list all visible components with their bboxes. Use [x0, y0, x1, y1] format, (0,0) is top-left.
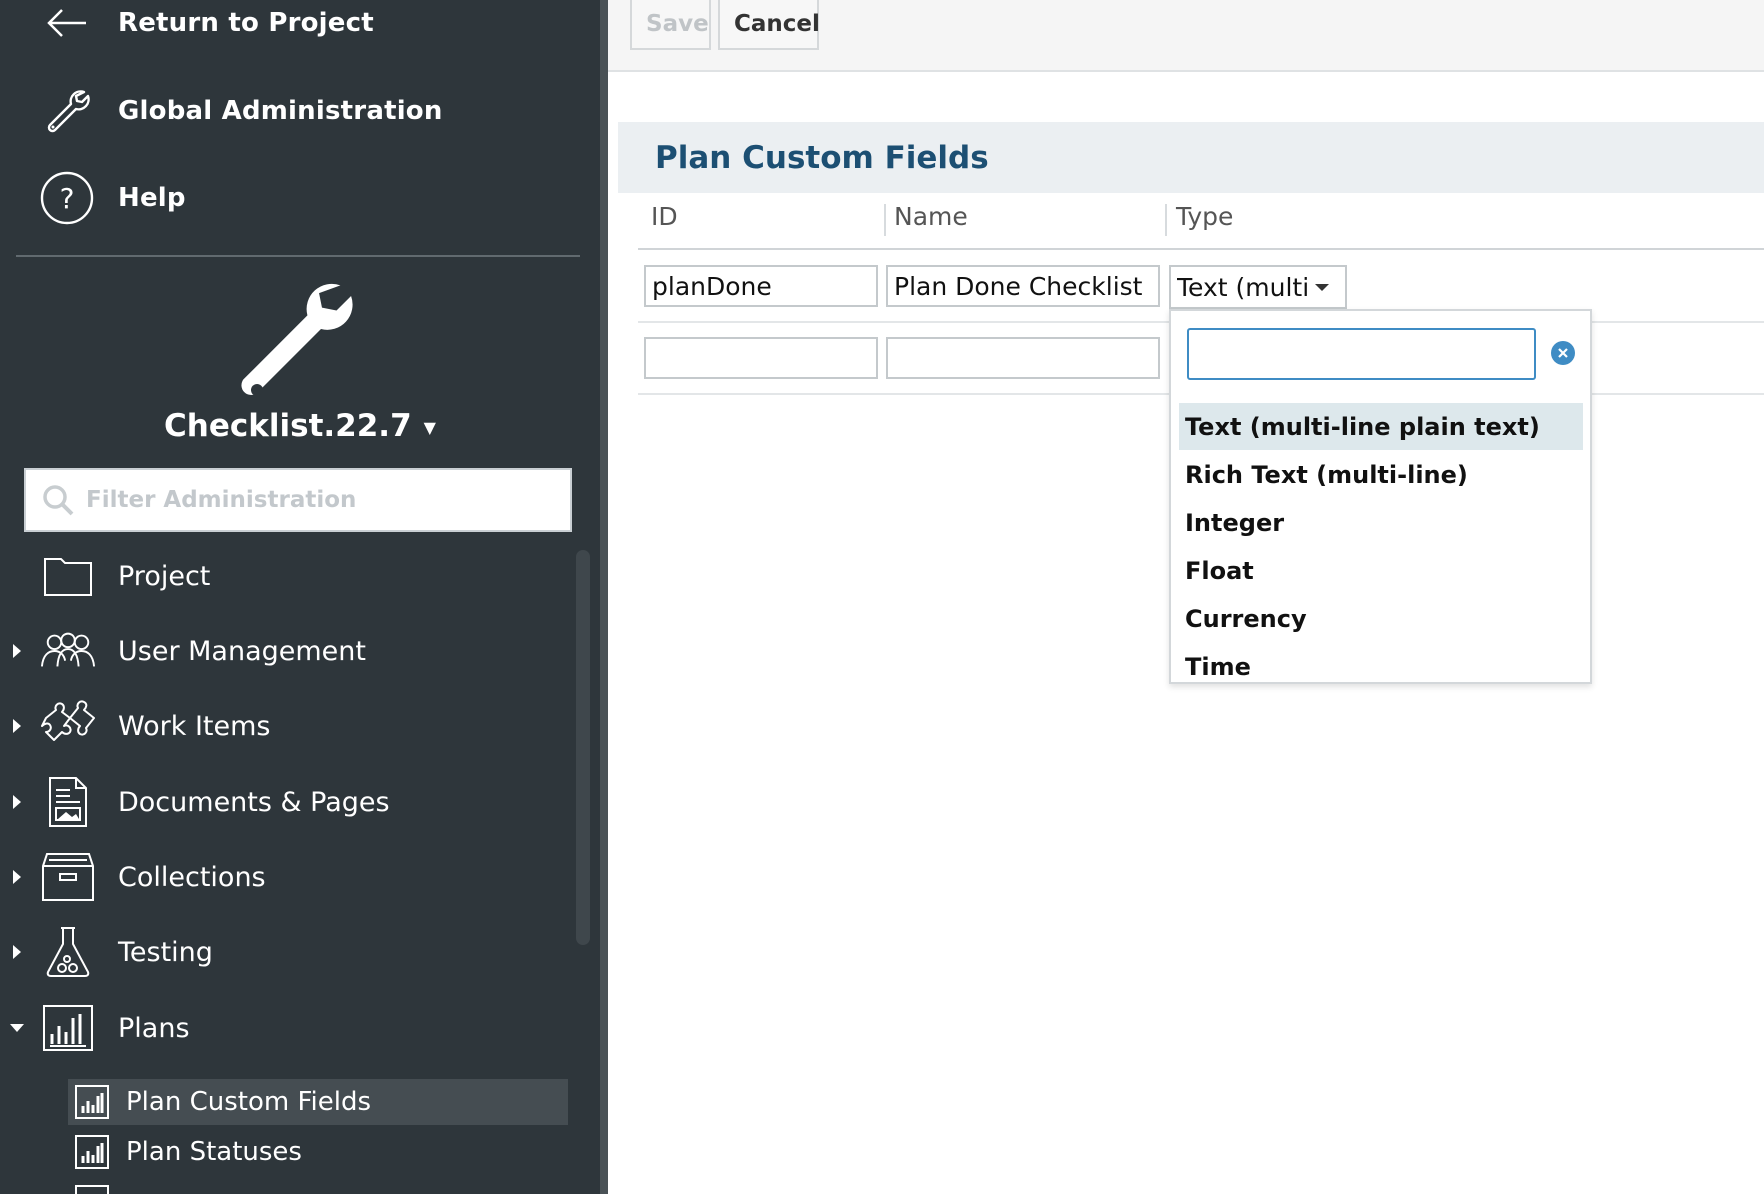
project-wrench-icon [230, 272, 365, 407]
option-label: Currency [1185, 604, 1307, 633]
global-administration-link[interactable]: Global Administration [0, 76, 600, 146]
caret-right-icon [13, 719, 21, 733]
option-label: Float [1185, 556, 1254, 585]
puzzle-icon [40, 698, 96, 754]
bar-chart-icon [75, 1135, 109, 1169]
id-field[interactable] [644, 265, 878, 307]
sidebar-subitem-partial[interactable] [68, 1179, 568, 1194]
sidebar-item-label: Documents & Pages [118, 786, 390, 818]
project-selector[interactable]: Checklist.22.7 ▼ [0, 408, 600, 444]
caret-right-icon [13, 644, 21, 658]
sidebar-scrollbar[interactable] [576, 550, 590, 945]
column-separator [884, 204, 886, 236]
global-administration-label: Global Administration [118, 96, 443, 126]
caret-down-icon [10, 1024, 24, 1032]
sidebar-item-label: Work Items [118, 710, 271, 742]
sidebar-subitem-label: Plan Statuses [126, 1137, 302, 1167]
type-dropdown: Text (multi-line plain text) Rich Text (… [1169, 309, 1592, 684]
sidebar-item-label: Project [118, 560, 211, 592]
filter-administration-box [24, 468, 572, 532]
save-button[interactable]: Save [630, 0, 711, 50]
document-icon [40, 774, 96, 830]
sidebar-item-collections[interactable]: Collections [0, 842, 576, 912]
sidebar-item-plans[interactable]: Plans [0, 993, 576, 1063]
filter-administration-input[interactable] [84, 486, 558, 514]
caret-right-icon [13, 870, 21, 884]
type-select-value: Text (multi [1177, 272, 1307, 302]
users-icon [40, 623, 96, 679]
type-option[interactable]: Float [1179, 547, 1583, 594]
project-name: Checklist.22.7 [164, 408, 412, 444]
page-title: Plan Custom Fields [655, 139, 989, 176]
type-option[interactable]: Text (multi-line plain text) [1179, 403, 1583, 450]
svg-text:?: ? [60, 182, 75, 215]
type-option[interactable]: Time [1179, 643, 1583, 682]
sidebar-item-testing[interactable]: Testing [0, 917, 576, 987]
type-search-input[interactable] [1187, 328, 1536, 380]
help-label: Help [118, 183, 186, 213]
archive-box-icon [40, 849, 96, 905]
folder-icon [40, 548, 96, 604]
sidebar-subitem-plan-statuses[interactable]: Plan Statuses [68, 1129, 568, 1175]
help-link[interactable]: ? Help [0, 163, 600, 233]
return-to-project-label: Return to Project [118, 8, 374, 38]
flask-icon [40, 924, 96, 980]
header-divider [638, 248, 1764, 250]
sidebar-item-label: Plans [118, 1012, 190, 1044]
cancel-button[interactable]: Cancel [718, 0, 820, 50]
toolbar: Save Cancel [608, 0, 1764, 72]
type-option[interactable]: Integer [1179, 499, 1583, 546]
help-circle-icon: ? [40, 171, 94, 225]
new-id-field[interactable] [644, 337, 878, 379]
column-header-id: ID [651, 202, 678, 231]
caret-right-icon [13, 795, 21, 809]
bar-chart-icon [75, 1185, 109, 1194]
bar-chart-icon [40, 1000, 96, 1056]
sidebar-item-user-management[interactable]: User Management [0, 616, 576, 686]
sidebar-divider [16, 255, 580, 257]
chevron-down-icon [1315, 283, 1329, 291]
sidebar-subitem-label: Plan Custom Fields [126, 1087, 372, 1117]
chevron-down-icon: ▼ [423, 418, 436, 437]
sidebar-resize-edge[interactable] [600, 0, 608, 1194]
type-option[interactable]: Currency [1179, 595, 1583, 642]
name-field[interactable] [886, 265, 1160, 307]
option-label: Rich Text (multi-line) [1185, 460, 1468, 489]
arrow-left-icon [40, 0, 94, 50]
column-header-type: Type [1176, 202, 1234, 231]
sidebar-item-label: Testing [118, 936, 213, 968]
sidebar-item-documents-pages[interactable]: Documents & Pages [0, 767, 576, 837]
type-option[interactable]: Rich Text (multi-line) [1179, 451, 1583, 498]
column-separator [1165, 204, 1167, 236]
sidebar-item-label: User Management [118, 635, 366, 667]
return-to-project-link[interactable]: Return to Project [0, 0, 600, 58]
option-label: Text (multi-line plain text) [1185, 412, 1540, 441]
search-icon [43, 485, 74, 516]
option-label: Integer [1185, 508, 1285, 537]
sidebar-subitem-plan-custom-fields[interactable]: Plan Custom Fields [68, 1079, 568, 1125]
admin-sidebar: Return to Project Global Administration … [0, 0, 600, 1194]
sidebar-item-label: Collections [118, 861, 266, 893]
new-name-field[interactable] [886, 337, 1160, 379]
caret-right-icon [13, 945, 21, 959]
sidebar-item-project[interactable]: Project [0, 541, 576, 611]
column-header-name: Name [894, 202, 968, 231]
panel-header: Plan Custom Fields [618, 122, 1764, 193]
clear-icon[interactable] [1551, 341, 1575, 365]
sidebar-item-work-items[interactable]: Work Items [0, 691, 576, 761]
bar-chart-icon [75, 1085, 109, 1119]
type-select[interactable]: Text (multi [1169, 265, 1347, 309]
wrench-icon [40, 84, 94, 138]
option-label: Time [1185, 652, 1251, 681]
